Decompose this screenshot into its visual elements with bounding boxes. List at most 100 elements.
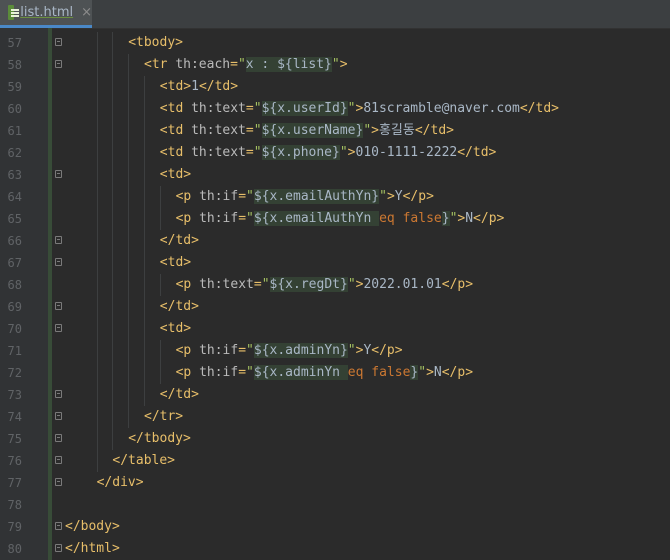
code-token: }	[441, 211, 450, 226]
code-line[interactable]: 61 <td th:text="${x.userName}">홍길동</td>	[0, 120, 670, 142]
code-token: <td	[159, 101, 192, 116]
code-token: <td>	[159, 255, 192, 270]
line-number: 68	[7, 278, 22, 292]
line-number: 79	[7, 520, 22, 534]
code-line[interactable]: 73 </td>	[0, 384, 670, 406]
code-line[interactable]: 63 <td>	[0, 164, 670, 186]
code-token: "	[246, 365, 254, 380]
code-line[interactable]: 66 </td>	[0, 230, 670, 252]
fold-marker-icon[interactable]	[55, 38, 62, 46]
code-line[interactable]: 58 <tr th:each="x : ${list}">	[0, 54, 670, 76]
close-icon[interactable]: ×	[81, 5, 92, 20]
code-line[interactable]: 71 <p th:if="${x.adminYn}">Y</p>	[0, 340, 670, 362]
html-file-icon	[8, 5, 20, 20]
code-token: </p>	[402, 189, 434, 204]
code-token: =	[238, 211, 247, 226]
code-text: <p th:if="${x.emailAuthYn}">Y</p>	[176, 186, 434, 208]
code-token: "	[363, 123, 372, 138]
code-token: =	[238, 365, 247, 380]
code-token: 1	[191, 79, 199, 94]
code-token: "	[339, 145, 348, 160]
code-token: =	[253, 277, 262, 292]
line-number: 74	[7, 410, 22, 424]
fold-marker-icon[interactable]	[55, 544, 62, 552]
code-token: <p	[175, 211, 200, 226]
fold-marker-icon[interactable]	[55, 434, 62, 442]
code-text: <td th:text="${x.userName}">홍길동</td>	[160, 120, 454, 142]
fold-marker-icon[interactable]	[55, 324, 62, 332]
code-token: <tr	[144, 57, 176, 72]
code-token: <td>	[159, 79, 192, 94]
code-line[interactable]: 65 <p th:if="${x.emailAuthYn eq false}">N…	[0, 208, 670, 230]
code-line[interactable]: 72 <p th:if="${x.adminYn eq false}">N</p>	[0, 362, 670, 384]
line-number: 69	[7, 300, 22, 314]
code-line[interactable]: 62 <td th:text="${x.phone}">010-1111-2222…	[0, 142, 670, 164]
code-token: </p>	[371, 343, 403, 358]
code-token: th:each	[175, 57, 231, 72]
code-token: >	[347, 145, 356, 160]
code-text: </html>	[65, 538, 120, 560]
code-token: N	[465, 211, 474, 226]
code-line[interactable]: 79 </body>	[0, 516, 670, 538]
code-line[interactable]: 60 <td th:text="${x.userId}">81scramble@n…	[0, 98, 670, 120]
code-token: <td>	[159, 321, 192, 336]
code-text: <td th:text="${x.phone}">010-1111-2222</…	[160, 142, 496, 164]
code-line[interactable]: 76 </table>	[0, 450, 670, 472]
fold-marker-icon[interactable]	[55, 412, 62, 420]
code-token: <p	[175, 365, 200, 380]
fold-marker-icon[interactable]	[55, 258, 62, 266]
code-token: "	[253, 123, 262, 138]
code-token: <p	[175, 277, 200, 292]
fold-marker-icon[interactable]	[55, 60, 62, 68]
code-token: <tbody>	[128, 35, 183, 50]
line-number: 77	[7, 476, 22, 490]
code-token: x : ${list}	[245, 57, 332, 72]
fold-marker-icon[interactable]	[55, 522, 62, 530]
code-token: "	[253, 101, 262, 116]
code-line[interactable]: 67 <td>	[0, 252, 670, 274]
fold-marker-icon[interactable]	[55, 302, 62, 310]
fold-marker-icon[interactable]	[55, 456, 62, 464]
code-line[interactable]: 70 <td>	[0, 318, 670, 340]
code-token: "	[347, 343, 356, 358]
fold-marker-icon[interactable]	[55, 170, 62, 178]
code-line[interactable]: 57 <tbody>	[0, 32, 670, 54]
code-text: <td>	[160, 252, 191, 274]
code-token: <p	[175, 343, 200, 358]
code-token: ${x.regDt}	[269, 277, 348, 292]
line-number: 66	[7, 234, 22, 248]
line-number: 73	[7, 388, 22, 402]
code-token: ${x.userName}	[261, 123, 364, 138]
fold-marker-icon[interactable]	[55, 390, 62, 398]
code-line[interactable]: 77 </div>	[0, 472, 670, 494]
code-token: ${x.adminYn}	[253, 343, 348, 358]
code-text: </div>	[97, 472, 144, 494]
fold-marker-icon[interactable]	[55, 478, 62, 486]
code-token: </table>	[112, 453, 176, 468]
line-number: 80	[7, 542, 22, 556]
code-line[interactable]: 68 <p th:text="${x.regDt}">2022.01.01</p>	[0, 274, 670, 296]
code-token: ${x.userId}	[261, 101, 348, 116]
fold-marker-icon[interactable]	[55, 236, 62, 244]
code-token: "	[347, 277, 356, 292]
code-token: "	[331, 57, 340, 72]
code-line[interactable]: 59 <td>1</td>	[0, 76, 670, 98]
code-line[interactable]: 74 </tr>	[0, 406, 670, 428]
line-number: 60	[7, 102, 22, 116]
code-text: <tr th:each="x : ${list}">	[144, 54, 348, 76]
code-text: <p th:text="${x.regDt}">2022.01.01</p>	[176, 274, 473, 296]
code-token: Y	[394, 189, 403, 204]
code-text: </tr>	[144, 406, 183, 428]
code-line[interactable]: 64 <p th:if="${x.emailAuthYn}">Y</p>	[0, 186, 670, 208]
code-token: th:text	[191, 101, 246, 116]
code-line[interactable]: 80 </html>	[0, 538, 670, 560]
tab-list-html[interactable]: list.html ×	[0, 0, 92, 28]
code-token: 010-1111-2222	[355, 145, 458, 160]
code-line[interactable]: 75 </tbody>	[0, 428, 670, 450]
code-line[interactable]: 69 </td>	[0, 296, 670, 318]
code-token: </body>	[65, 519, 120, 534]
code-text: <p th:if="${x.adminYn eq false}">N</p>	[176, 362, 473, 384]
code-token: </p>	[441, 277, 474, 292]
code-line[interactable]: 78	[0, 494, 670, 516]
code-editor[interactable]: 57 <tbody> 58 <tr th:each="x : ${list}"> 59 <…	[0, 28, 670, 560]
